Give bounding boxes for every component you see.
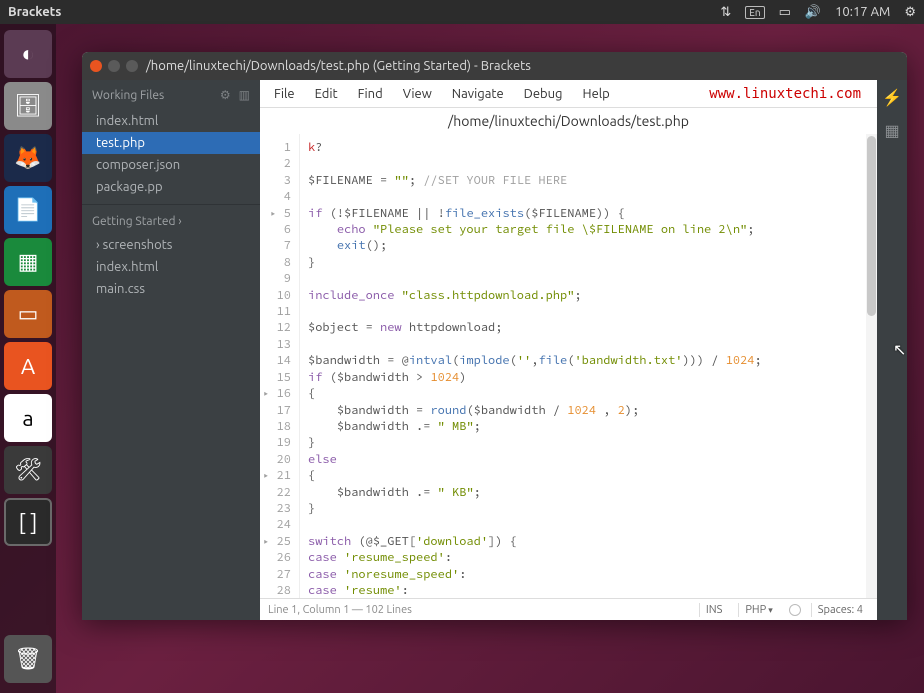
project-folder[interactable]: › screenshots	[82, 234, 260, 256]
working-file[interactable]: index.html	[82, 110, 260, 132]
working-files-list: index.htmltest.phpcomposer.jsonpackage.p…	[82, 110, 260, 198]
working-file[interactable]: test.php	[82, 132, 260, 154]
gear-icon[interactable]: ⚙	[220, 88, 231, 102]
launcher-calc[interactable]: ▦	[4, 238, 52, 286]
launcher-firefox[interactable]: 🦊	[4, 134, 52, 182]
menu-navigate[interactable]: Navigate	[452, 87, 504, 101]
extension-manager-icon[interactable]: ▦	[884, 121, 899, 140]
menu-view[interactable]: View	[403, 87, 432, 101]
editor[interactable]: 1 2 3 4▸ 5 6 7 8 9 10 11 12 13 14 15▸ 16…	[260, 134, 877, 598]
menu-help[interactable]: Help	[583, 87, 610, 101]
network-icon[interactable]: ⇅	[720, 5, 731, 20]
lint-status-icon[interactable]	[789, 604, 801, 616]
active-app-label: Brackets	[8, 5, 61, 19]
project-file[interactable]: main.css	[82, 278, 260, 300]
statusbar: Line 1, Column 1 — 102 Lines INS PHP Spa…	[260, 598, 877, 620]
brackets-window: /home/linuxtechi/Downloads/test.php (Get…	[82, 52, 907, 620]
scroll-thumb[interactable]	[867, 136, 876, 316]
filepath-bar: /home/linuxtechi/Downloads/test.php	[260, 108, 877, 134]
clock[interactable]: 10:17 AM	[835, 5, 890, 19]
vertical-scrollbar[interactable]	[866, 134, 877, 598]
menu-file[interactable]: File	[274, 87, 295, 101]
window-titlebar[interactable]: /home/linuxtechi/Downloads/test.php (Get…	[82, 52, 907, 80]
launcher-amazon[interactable]: a	[4, 394, 52, 442]
line-gutter: 1 2 3 4▸ 5 6 7 8 9 10 11 12 13 14 15▸ 16…	[260, 134, 300, 598]
launcher-brackets[interactable]: [ ]	[4, 498, 52, 546]
menu-debug[interactable]: Debug	[524, 87, 563, 101]
split-view-icon[interactable]: ▥	[239, 88, 250, 102]
ubuntu-top-panel: Brackets ⇅ En ▭ 🔊 10:17 AM ⚙	[0, 0, 924, 24]
insert-mode[interactable]: INS	[699, 603, 728, 617]
working-file[interactable]: package.pp	[82, 176, 260, 198]
watermark: www.linuxtechi.com	[709, 86, 861, 102]
window-minimize-button[interactable]	[108, 60, 120, 72]
unity-launcher: ◐🗄🦊📄▦▭Aa🛠[ ] 🗑	[0, 24, 56, 693]
menubar: File Edit Find View Navigate Debug Help www.lin…	[260, 80, 877, 108]
code-area[interactable]: k?$FILENAME = ""; //SET YOUR FILE HEREif…	[300, 134, 877, 598]
editor-main: File Edit Find View Navigate Debug Help www.lin…	[260, 80, 877, 620]
live-preview-icon[interactable]: ⚡	[882, 88, 902, 107]
working-file[interactable]: composer.json	[82, 154, 260, 176]
project-file[interactable]: index.html	[82, 256, 260, 278]
mouse-cursor: ↖	[893, 340, 906, 359]
brackets-sidebar: Working Files ⚙ ▥ index.htmltest.phpcomp…	[82, 80, 260, 620]
window-close-button[interactable]	[90, 60, 102, 72]
project-header[interactable]: Getting Started ›	[82, 204, 260, 234]
indent-setting[interactable]: Spaces: 4	[811, 603, 869, 617]
menu-edit[interactable]: Edit	[315, 87, 338, 101]
cursor-status: Line 1, Column 1 — 102 Lines	[268, 604, 412, 616]
launcher-settings[interactable]: 🛠	[4, 446, 52, 494]
launcher-writer[interactable]: 📄	[4, 186, 52, 234]
launcher-dash[interactable]: ◐	[4, 30, 52, 78]
sound-icon[interactable]: 🔊	[805, 5, 821, 20]
battery-icon[interactable]: ▭	[779, 5, 791, 20]
working-files-header: Working Files	[92, 89, 164, 102]
keyboard-indicator[interactable]: En	[745, 6, 764, 19]
window-maximize-button[interactable]	[126, 60, 138, 72]
launcher-trash[interactable]: 🗑	[4, 635, 52, 683]
window-title: /home/linuxtechi/Downloads/test.php (Get…	[146, 59, 531, 73]
gear-icon[interactable]: ⚙	[904, 5, 916, 20]
launcher-impress[interactable]: ▭	[4, 290, 52, 338]
launcher-files[interactable]: 🗄	[4, 82, 52, 130]
launcher-software[interactable]: A	[4, 342, 52, 390]
project-files-list: index.htmlmain.css	[82, 256, 260, 300]
menu-find[interactable]: Find	[358, 87, 383, 101]
language-selector[interactable]: PHP	[738, 603, 778, 617]
